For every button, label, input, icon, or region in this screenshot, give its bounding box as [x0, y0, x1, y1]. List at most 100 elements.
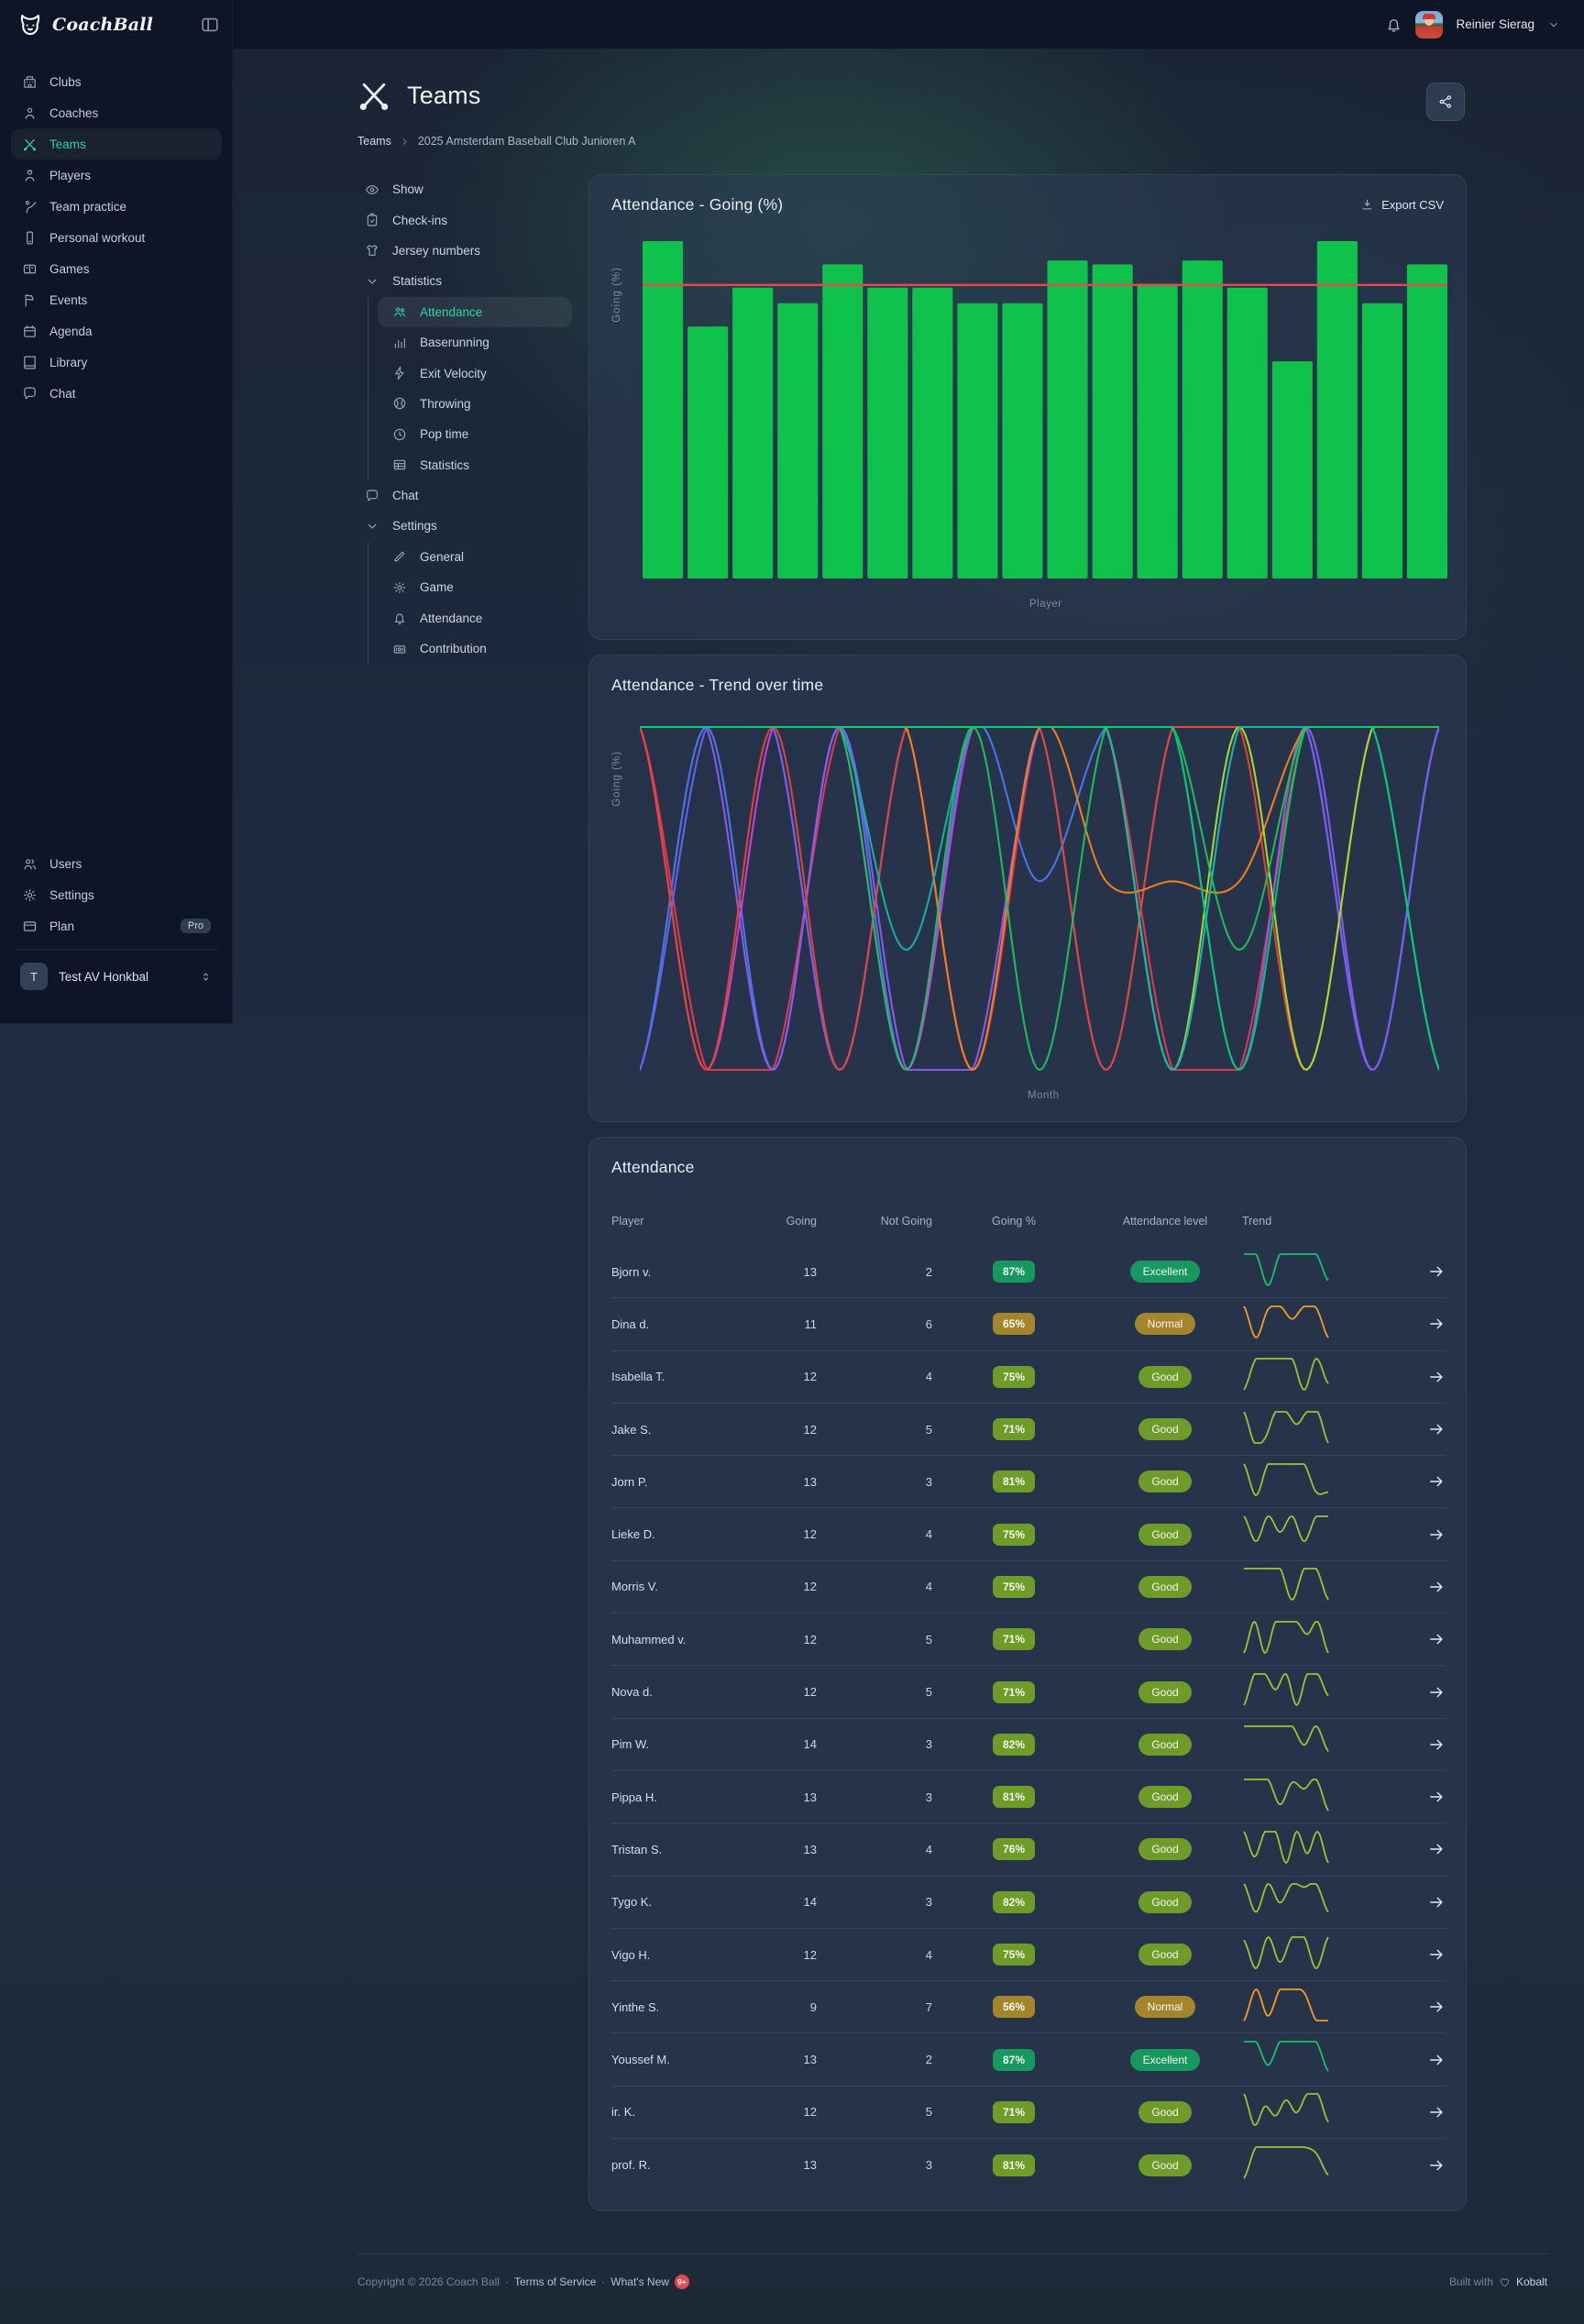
table-row-ir-k: ir. K.12571%Good	[611, 2087, 1446, 2139]
sidebar-item-clubs[interactable]: Clubs	[11, 66, 222, 97]
going-count: 9	[758, 2000, 817, 2014]
trend-line-series-11	[640, 727, 1439, 1070]
subnav-item-statistics-exit-velocity[interactable]: Exit Velocity	[368, 358, 581, 388]
avatar[interactable]	[1415, 11, 1443, 39]
row-detail-arrow-icon[interactable]	[1427, 1893, 1446, 1911]
row-detail-arrow-icon[interactable]	[1427, 2156, 1446, 2175]
row-detail-arrow-icon[interactable]	[1427, 1945, 1446, 1964]
sidebar-item-players[interactable]: Players	[11, 160, 222, 191]
attendance-level-badge: Excellent	[1130, 1261, 1201, 1283]
trend-line-series-6	[640, 727, 1439, 1070]
coachball-app: Reinier Sierag CoachBall ClubsCoachesTea…	[0, 0, 1584, 2324]
sidebar-collapse-icon[interactable]	[200, 15, 220, 35]
subnav-item-statistics-throwing[interactable]: Throwing	[368, 389, 581, 419]
share-button[interactable]	[1426, 83, 1465, 121]
subnav-item-statistics-attendance[interactable]: Attendance	[378, 297, 572, 327]
subnav-item-settings-game[interactable]: Game	[368, 572, 581, 602]
sidebar-item-agenda[interactable]: Agenda	[11, 315, 222, 347]
subnav-item-check-ins[interactable]: Check-ins	[358, 204, 581, 235]
table-row-morris-v: Morris V.12475%Good	[611, 1561, 1446, 1614]
sidebar-item-settings[interactable]: Settings	[11, 879, 222, 910]
subnav-item-label: General	[420, 550, 464, 564]
sidebar-item-chat[interactable]: Chat	[11, 378, 222, 409]
user-name[interactable]: Reinier Sierag	[1456, 17, 1534, 31]
sidebar-bottom: Users Settings PlanPro T Test AV Honkbal	[0, 848, 233, 999]
sidebar-item-coaches[interactable]: Coaches	[11, 97, 222, 128]
subnav-item-settings-attendance[interactable]: Attendance	[368, 602, 581, 633]
bar-chart-ylabel: Going (%)	[611, 267, 622, 323]
player-name: Jorn P.	[611, 1475, 758, 1489]
subnav-item-jersey-numbers[interactable]: Jersey numbers	[358, 236, 581, 266]
whats-new-link[interactable]: What's New	[610, 2275, 669, 2288]
subnav-item-statistics-statistics[interactable]: Statistics	[368, 450, 581, 480]
row-detail-arrow-icon[interactable]	[1427, 1683, 1446, 1702]
team-switcher[interactable]: T Test AV Honkbal	[11, 957, 222, 996]
going-pct-badge: 87%	[993, 1261, 1035, 1283]
subnav-item-settings-contribution[interactable]: Contribution	[368, 633, 581, 664]
row-detail-arrow-icon[interactable]	[1427, 1262, 1446, 1281]
sidebar-item-library[interactable]: Library	[11, 347, 222, 378]
sidebar-item-personal-workout[interactable]: Personal workout	[11, 222, 222, 253]
bar-isabella-t	[732, 288, 773, 578]
builder-link[interactable]: Kobalt	[1516, 2275, 1547, 2288]
table-header-row: Player Going Not Going Going % Attendanc…	[611, 1215, 1446, 1228]
bar-chart-xlabel: Player	[1029, 599, 1062, 610]
subnav-item-statistics-pop-time[interactable]: Pop time	[368, 419, 581, 449]
breadcrumb-root[interactable]: Teams	[358, 135, 391, 148]
row-detail-arrow-icon[interactable]	[1427, 1630, 1446, 1648]
trend-line-series-9	[640, 727, 1439, 1070]
subnav-item-settings-general[interactable]: General	[368, 542, 581, 572]
subnav-item-statistics[interactable]: Statistics	[358, 266, 581, 296]
row-detail-arrow-icon[interactable]	[1427, 1840, 1446, 1858]
going-count: 12	[758, 1370, 817, 1383]
sidebar-item-users[interactable]: Users	[11, 848, 222, 879]
sidebar-item-team-practice[interactable]: Team practice	[11, 191, 222, 222]
bar-pippa-h	[1093, 264, 1133, 578]
not-going-count: 3	[817, 1475, 932, 1489]
terms-of-service-link[interactable]: Terms of Service	[514, 2275, 596, 2288]
sidebar-item-teams[interactable]: Teams	[11, 128, 222, 160]
sidebar-item-games[interactable]: Games	[11, 253, 222, 284]
brand-logo[interactable]: CoachBall	[16, 11, 153, 39]
sidebar-item-label: Users	[50, 857, 82, 871]
subnav-item-chat[interactable]: Chat	[358, 480, 581, 511]
going-pct-badge: 71%	[993, 1418, 1035, 1440]
subnav-item-label: Baserunning	[420, 336, 490, 349]
not-going-count: 4	[817, 1843, 932, 1856]
row-detail-arrow-icon[interactable]	[1427, 1788, 1446, 1806]
row-detail-arrow-icon[interactable]	[1427, 1315, 1446, 1333]
row-detail-arrow-icon[interactable]	[1427, 2051, 1446, 2069]
workout-icon	[22, 230, 38, 246]
sidebar-item-label: Team practice	[50, 200, 126, 214]
subnav-item-show[interactable]: Show	[358, 174, 581, 204]
page-header: Teams	[356, 77, 481, 114]
export-csv-button[interactable]: Export CSV	[1360, 198, 1444, 212]
row-detail-arrow-icon[interactable]	[1427, 1525, 1446, 1544]
row-detail-arrow-icon[interactable]	[1427, 1998, 1446, 2016]
trend-line-series-7	[640, 727, 1439, 1070]
going-count: 12	[758, 1948, 817, 1962]
player-name: prof. R.	[611, 2158, 758, 2172]
going-count: 11	[758, 1317, 817, 1331]
attendance-level-badge: Good	[1138, 1891, 1191, 1913]
row-detail-arrow-icon[interactable]	[1427, 1735, 1446, 1754]
going-pct-badge: 56%	[993, 1996, 1035, 2018]
panel-title: Attendance - Going (%)	[611, 195, 783, 215]
row-detail-arrow-icon[interactable]	[1427, 1578, 1446, 1596]
attendance-level-badge: Good	[1138, 1470, 1191, 1492]
subnav-item-settings[interactable]: Settings	[358, 511, 581, 541]
pro-badge: Pro	[181, 919, 211, 933]
row-detail-arrow-icon[interactable]	[1427, 1420, 1446, 1438]
row-detail-arrow-icon[interactable]	[1427, 1472, 1446, 1491]
row-detail-arrow-icon[interactable]	[1427, 2103, 1446, 2121]
sidebar-item-events[interactable]: Events	[11, 284, 222, 315]
chevron-right-icon	[399, 136, 411, 148]
row-detail-arrow-icon[interactable]	[1427, 1368, 1446, 1386]
bell-icon[interactable]	[1385, 16, 1402, 33]
chevron-down-icon[interactable]	[1547, 18, 1560, 31]
subnav-item-label: Settings	[392, 519, 437, 533]
sidebar-item-plan[interactable]: PlanPro	[11, 910, 222, 942]
sidebar-item-label: Settings	[50, 888, 94, 902]
subnav-item-statistics-baserunning[interactable]: Baserunning	[368, 327, 581, 358]
sidebar-nav: ClubsCoachesTeamsPlayers Team practice Per…	[0, 66, 233, 409]
